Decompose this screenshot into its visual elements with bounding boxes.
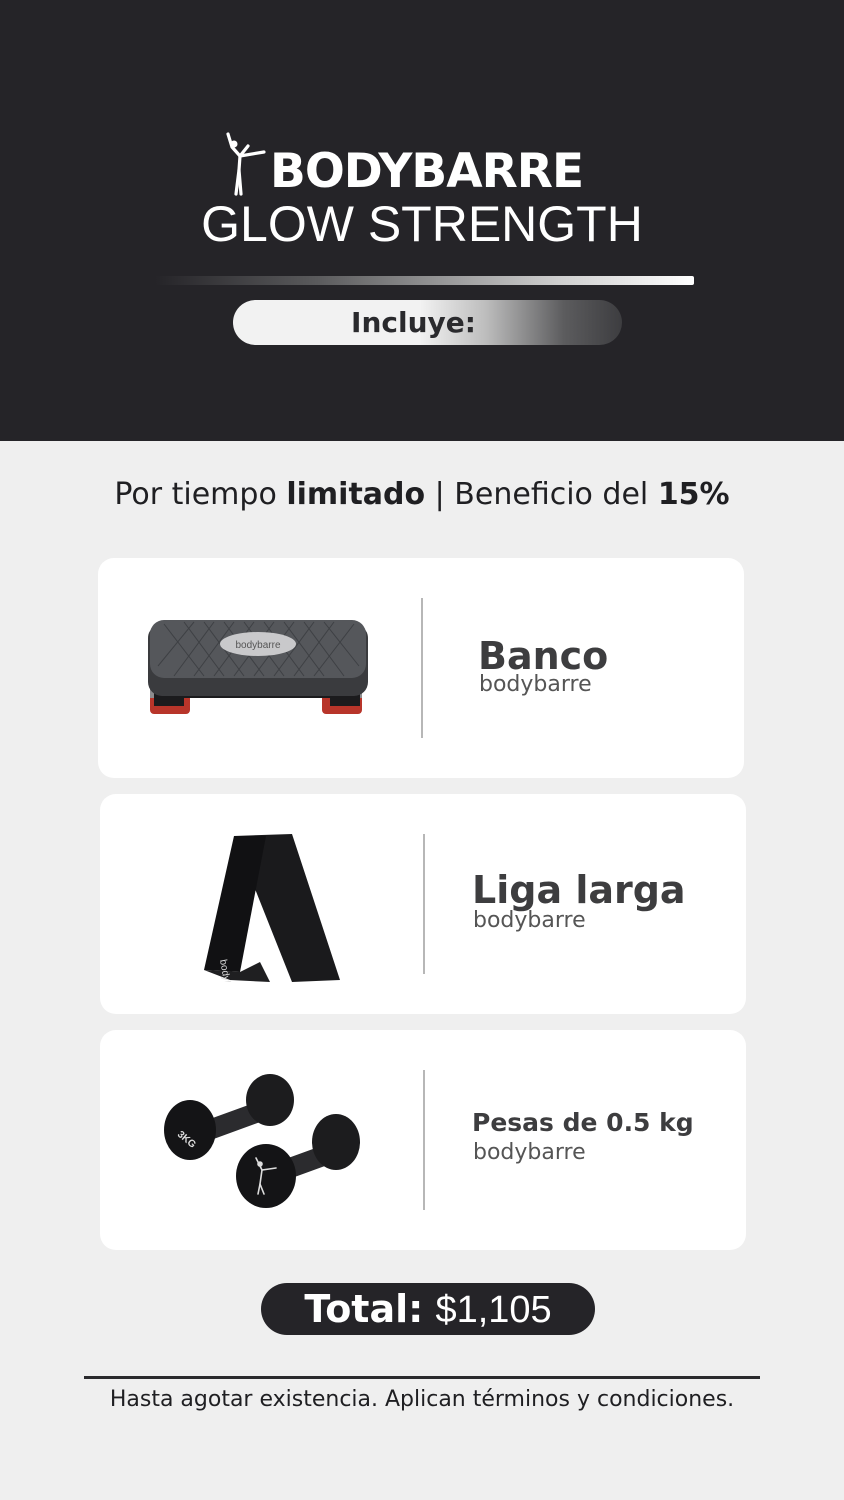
program-subtitle: GLOW STRENGTH (201, 196, 643, 252)
total-price-badge: Total: $1,105 (261, 1283, 595, 1335)
product-card-bench[interactable]: bodybarre Banco bodybarre (98, 558, 744, 778)
brand-lockup: BODYBARRE (220, 130, 584, 199)
promo-text-2: | Beneficio del (425, 477, 658, 512)
product-brand: bodybarre (473, 1140, 586, 1165)
promo-limited: limitado (286, 477, 426, 512)
resistance-band-icon: bodybarre (204, 834, 340, 982)
dancer-silhouette-icon (226, 132, 266, 196)
product-brand: bodybarre (479, 672, 592, 697)
card-divider (421, 598, 423, 738)
product-card-band[interactable]: bodybarre Liga larga bodybarre (100, 794, 746, 1014)
brand-name: BODYBARRE (270, 144, 584, 199)
includes-label: Incluye: (351, 306, 476, 339)
disclaimer-text: Hasta agotar existencia. Aplican término… (109, 1387, 735, 1412)
product-brand: bodybarre (473, 908, 586, 933)
dumbbells-icon: 3KG (164, 1074, 360, 1208)
total-amount: $1,105 (435, 1289, 552, 1331)
step-bench-icon: bodybarre (148, 620, 368, 714)
product-card-dumbbells[interactable]: 3KG Pesas de 0.5 kg bodybarre (100, 1030, 746, 1250)
promo-text-1: Por tiempo (114, 477, 287, 512)
gradient-divider (155, 276, 694, 285)
hero-header: BODYBARRE GLOW STRENGTH Incluye: (0, 0, 844, 441)
card-divider (423, 834, 425, 974)
product-title: Liga larga (472, 868, 686, 912)
total-label: Total: (304, 1287, 424, 1331)
promo-discount: 15% (657, 477, 730, 512)
promo-banner: Por tiempo limitado | Beneficio del 15% (0, 474, 844, 516)
product-title: Pesas de 0.5 kg (472, 1108, 694, 1137)
footer-divider (84, 1376, 760, 1379)
bench-logo-text: bodybarre (235, 640, 280, 651)
includes-badge: Incluye: (233, 300, 622, 345)
card-divider (423, 1070, 425, 1210)
